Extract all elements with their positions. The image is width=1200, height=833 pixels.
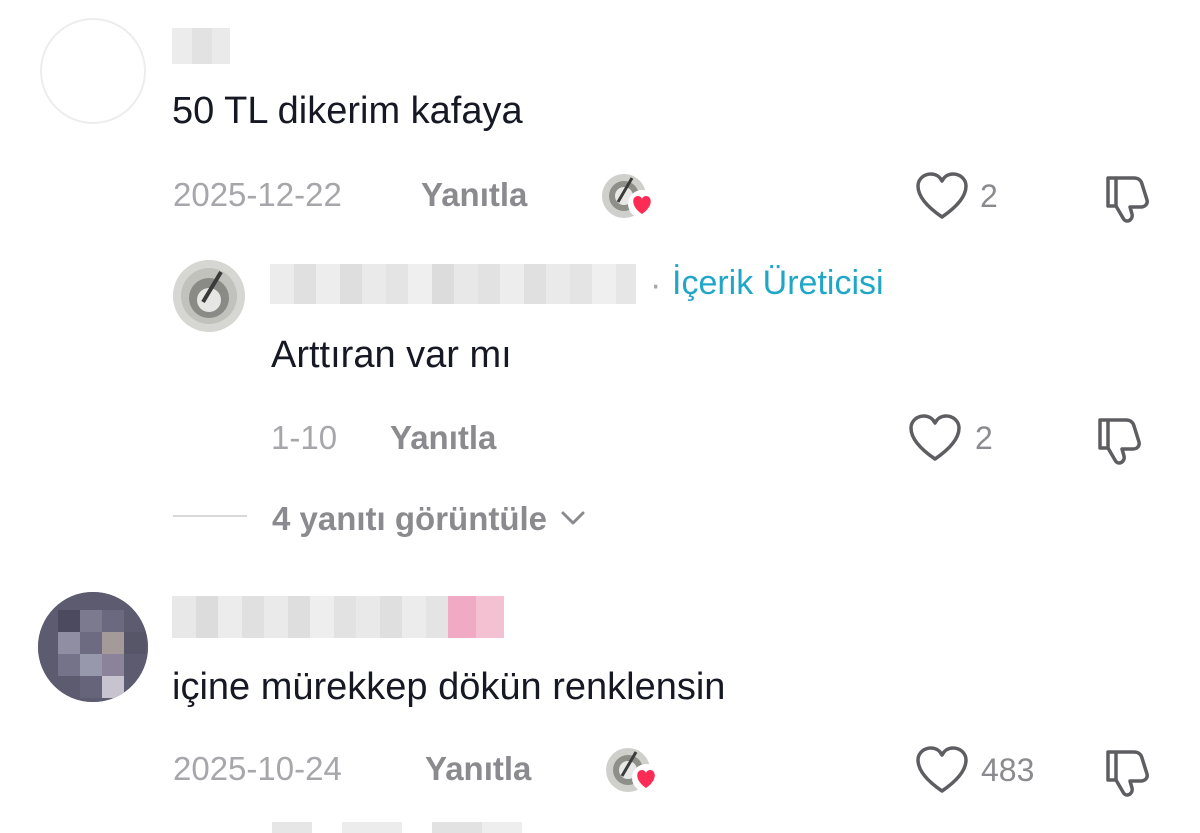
like-count: 483 [981, 752, 1035, 788]
view-replies-button[interactable]: 4 yanıtı görüntüle [272, 498, 587, 538]
like-button[interactable]: 483 [915, 744, 1065, 796]
comment-text: içine mürekkep dökün renklensin [172, 666, 726, 708]
username-redacted[interactable] [172, 596, 504, 638]
creator-tag: İçerik Üreticisi [672, 264, 884, 302]
reply-date: 1-10 [271, 419, 338, 456]
divider-line [173, 515, 247, 517]
dislike-button[interactable] [1100, 170, 1154, 224]
dislike-button[interactable] [1092, 412, 1146, 466]
reply-button[interactable]: Yanıtla [390, 421, 496, 454]
view-replies-label: 4 yanıtı görüntüle [272, 499, 548, 537]
avatar[interactable] [38, 592, 148, 702]
like-button[interactable]: 2 [908, 412, 1018, 464]
creator-separator: · [650, 266, 662, 304]
like-count: 2 [980, 178, 998, 214]
heart-outline-icon [916, 172, 968, 219]
avatar[interactable] [40, 18, 146, 124]
comment-date: 2025-12-22 [173, 176, 342, 213]
thumbs-down-icon [1106, 750, 1149, 797]
creator-heart-badge-icon [604, 746, 660, 794]
reply-text: Arttıran var mı [271, 334, 512, 376]
heart-outline-icon [916, 746, 968, 793]
reply-button[interactable]: Yanıtla [425, 752, 531, 785]
dislike-button[interactable] [1100, 744, 1154, 798]
creator-avatar[interactable] [173, 260, 245, 332]
username-redacted[interactable] [172, 28, 230, 64]
thumbs-down-icon [1098, 418, 1141, 465]
comment-text: 50 TL dikerim kafaya [172, 90, 523, 132]
creator-heart-badge-icon [600, 172, 656, 220]
like-count: 2 [975, 420, 993, 456]
like-button[interactable]: 2 [915, 170, 1025, 222]
next-reply-preview-redacted [272, 822, 602, 833]
comment-item: 50 TL dikerim kafaya 2025-12-22 Yanıtla … [0, 0, 1200, 560]
comment-date: 2025-10-24 [173, 750, 342, 787]
creator-username-redacted[interactable] [270, 264, 636, 304]
comment-item: içine mürekkep dökün renklensin 2025-10-… [0, 580, 1200, 833]
reply-button[interactable]: Yanıtla [421, 178, 527, 211]
thumbs-down-icon [1106, 176, 1149, 223]
chevron-down-icon [561, 511, 585, 525]
heart-outline-icon [909, 414, 961, 461]
